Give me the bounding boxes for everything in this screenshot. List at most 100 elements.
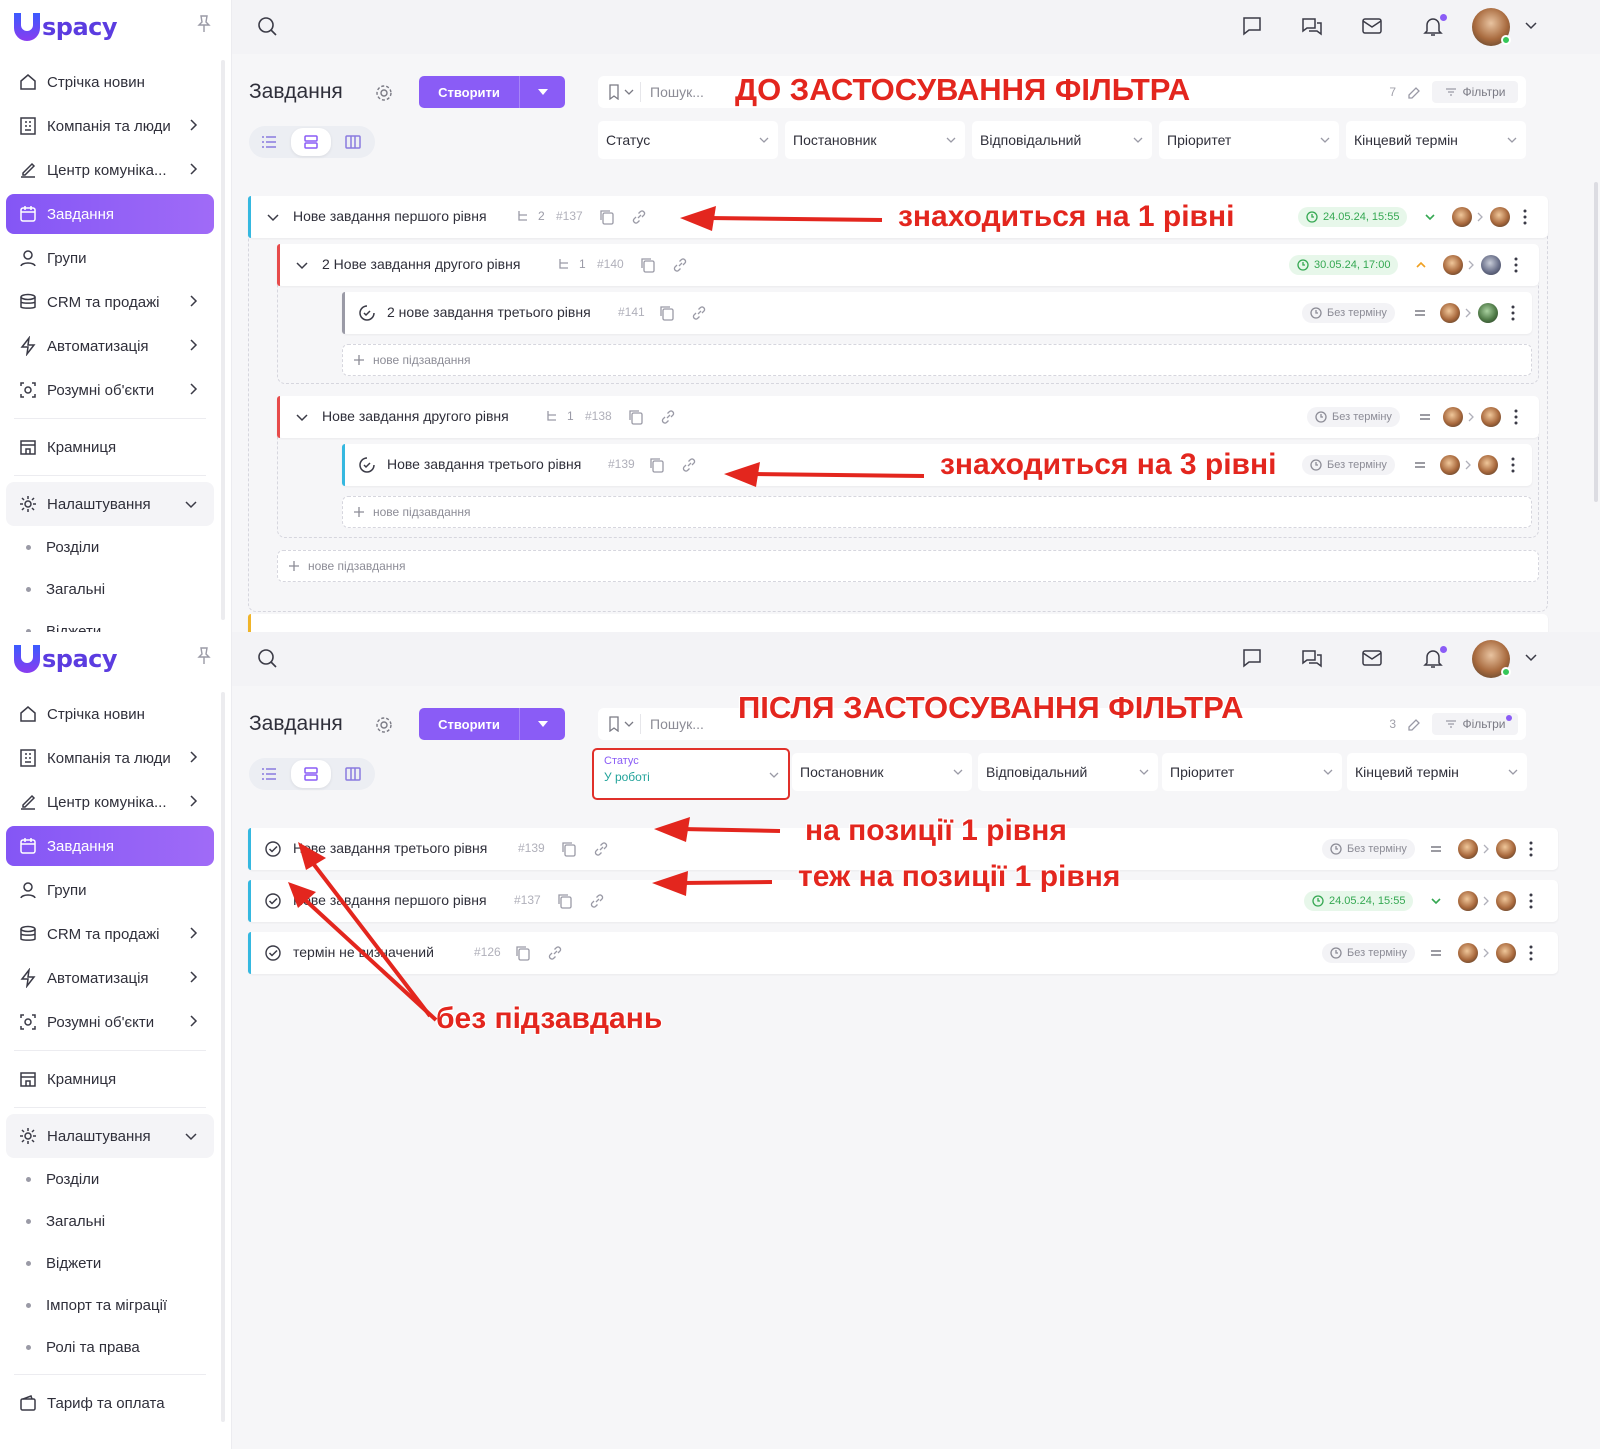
sidebar-item-communication[interactable]: Центр комуніка... <box>6 148 214 192</box>
logo[interactable]: spacy <box>14 644 118 674</box>
task-row[interactable]: термін не визначений #126 Без терміну <box>248 932 1558 974</box>
priority-normal-icon[interactable] <box>1417 409 1433 425</box>
deadline-badge[interactable]: Без терміну <box>1322 839 1415 859</box>
sidebar-item-settings[interactable]: Налаштування <box>6 482 214 526</box>
search-input[interactable]: Пошук... <box>650 716 704 732</box>
link-icon[interactable] <box>659 408 677 426</box>
sidebar-sub-general[interactable]: Загальні <box>6 568 214 610</box>
sidebar-sub-roles[interactable]: Ролі та права <box>6 1326 214 1368</box>
search-icon[interactable] <box>256 647 278 669</box>
sidebar-item-groups[interactable]: Групи <box>6 868 214 912</box>
user-avatar[interactable] <box>1472 640 1511 678</box>
deadline-badge[interactable]: Без терміну <box>1302 303 1395 323</box>
tree-view-icon[interactable] <box>291 128 331 156</box>
sidebar-item-crm[interactable]: CRM та продажі <box>6 912 214 956</box>
task-row[interactable]: 2 Нове завдання другого рівня 1 #140 30.… <box>277 244 1539 286</box>
sidebar-item-tasks[interactable]: Завдання <box>6 194 214 234</box>
link-icon[interactable] <box>671 256 689 274</box>
priority-normal-icon[interactable] <box>1412 457 1428 473</box>
task-title[interactable]: термін не визначений <box>293 944 434 960</box>
more-icon[interactable] <box>1528 892 1534 910</box>
task-title[interactable]: Нове завдання третього рівня <box>387 456 581 472</box>
priority-low-icon[interactable] <box>1422 209 1438 225</box>
more-icon[interactable] <box>1510 456 1516 474</box>
task-title[interactable]: Нове завдання другого рівня <box>322 408 509 424</box>
sidebar-item-news[interactable]: Стрічка новин <box>6 692 214 736</box>
author-avatar[interactable] <box>1458 943 1478 963</box>
sidebar-item-settings[interactable]: Налаштування <box>6 1114 214 1158</box>
sidebar-item-groups[interactable]: Групи <box>6 236 214 280</box>
filter-status[interactable]: Статус <box>598 121 778 159</box>
create-button[interactable]: Створити <box>419 76 565 108</box>
sidebar-item-smart-objects[interactable]: Розумні об'єкти <box>6 1000 214 1044</box>
sidebar-sub-widgets[interactable]: Віджети <box>6 1242 214 1284</box>
filter-priority[interactable]: Пріоритет <box>1159 121 1339 159</box>
more-icon[interactable] <box>1528 944 1534 962</box>
priority-normal-icon[interactable] <box>1428 841 1444 857</box>
task-row[interactable]: Нове завдання другого рівня 1 #138 Без т… <box>277 396 1539 438</box>
chat-icon[interactable] <box>1240 646 1264 670</box>
sidebar-item-tasks[interactable]: Завдання <box>6 826 214 866</box>
priority-normal-icon[interactable] <box>1412 305 1428 321</box>
copy-icon[interactable] <box>598 208 616 226</box>
link-icon[interactable] <box>680 456 698 474</box>
sidebar-item-store[interactable]: Крамниця <box>6 425 214 469</box>
filter-responsible[interactable]: Відповідальний <box>978 753 1158 791</box>
link-icon[interactable] <box>630 208 648 226</box>
copy-icon[interactable] <box>658 304 676 322</box>
author-avatar[interactable] <box>1443 255 1463 275</box>
deadline-badge[interactable]: Без терміну <box>1307 407 1400 427</box>
sidebar-item-smart-objects[interactable]: Розумні об'єкти <box>6 368 214 412</box>
create-dropdown-toggle[interactable] <box>520 89 565 95</box>
sidebar-sub-general[interactable]: Загальні <box>6 1200 214 1242</box>
filter-author[interactable]: Постановник <box>792 753 972 791</box>
author-avatar[interactable] <box>1443 407 1463 427</box>
user-avatar[interactable] <box>1472 8 1511 46</box>
chevron-down-icon[interactable] <box>293 256 311 274</box>
kanban-view-icon[interactable] <box>341 130 365 154</box>
author-avatar[interactable] <box>1440 455 1460 475</box>
sidebar-sub-import[interactable]: Імпорт та міграції <box>6 1284 214 1326</box>
task-title[interactable]: Нове завдання третього рівня <box>293 840 487 856</box>
responsible-avatar[interactable] <box>1481 255 1501 275</box>
search-icon[interactable] <box>256 15 278 37</box>
more-icon[interactable] <box>1513 256 1519 274</box>
filter-status[interactable]: Статус У роботі <box>592 748 790 800</box>
author-avatar[interactable] <box>1458 891 1478 911</box>
task-title[interactable]: Нове завдання першого рівня <box>293 892 487 908</box>
check-circle-icon[interactable] <box>264 892 282 910</box>
link-icon[interactable] <box>592 840 610 858</box>
bookmark-icon[interactable] <box>608 716 636 732</box>
add-subtask-button[interactable]: нове підзавдання <box>342 344 1532 376</box>
gear-icon[interactable] <box>374 83 394 103</box>
responsible-avatar[interactable] <box>1496 943 1516 963</box>
mail-icon[interactable] <box>1360 646 1384 670</box>
list-view-icon[interactable] <box>257 762 281 786</box>
filter-deadline[interactable]: Кінцевий термін <box>1347 753 1527 791</box>
sidebar-scrollbar[interactable] <box>221 60 225 620</box>
more-icon[interactable] <box>1522 208 1528 226</box>
filters-button[interactable]: Фільтри <box>1432 81 1518 103</box>
pin-icon[interactable] <box>196 647 212 665</box>
eraser-icon[interactable] <box>1406 84 1422 100</box>
messages-icon[interactable] <box>1300 646 1324 670</box>
tree-view-icon[interactable] <box>291 760 331 788</box>
task-title[interactable]: 2 Нове завдання другого рівня <box>322 256 520 272</box>
status-in-progress-icon[interactable] <box>358 456 376 474</box>
task-title[interactable]: 2 нове завдання третього рівня <box>387 304 591 320</box>
link-icon[interactable] <box>546 944 564 962</box>
check-circle-icon[interactable] <box>264 840 282 858</box>
sidebar-scrollbar[interactable] <box>221 692 225 1422</box>
deadline-badge[interactable]: Без терміну <box>1322 943 1415 963</box>
filters-button[interactable]: Фільтри <box>1432 713 1518 735</box>
search-input[interactable]: Пошук... <box>650 84 704 100</box>
status-in-progress-icon[interactable] <box>358 304 376 322</box>
task-row[interactable]: 2 нове завдання третього рівня #141 Без … <box>342 292 1532 334</box>
gear-icon[interactable] <box>374 715 394 735</box>
sidebar-item-company[interactable]: Компанія та люди <box>6 736 214 780</box>
sidebar-sub-sections[interactable]: Розділи <box>6 526 214 568</box>
copy-icon[interactable] <box>627 408 645 426</box>
kanban-view-icon[interactable] <box>341 762 365 786</box>
sidebar-sub-widgets[interactable]: Віджети <box>6 610 214 632</box>
sidebar-item-automation[interactable]: Автоматизація <box>6 324 214 368</box>
